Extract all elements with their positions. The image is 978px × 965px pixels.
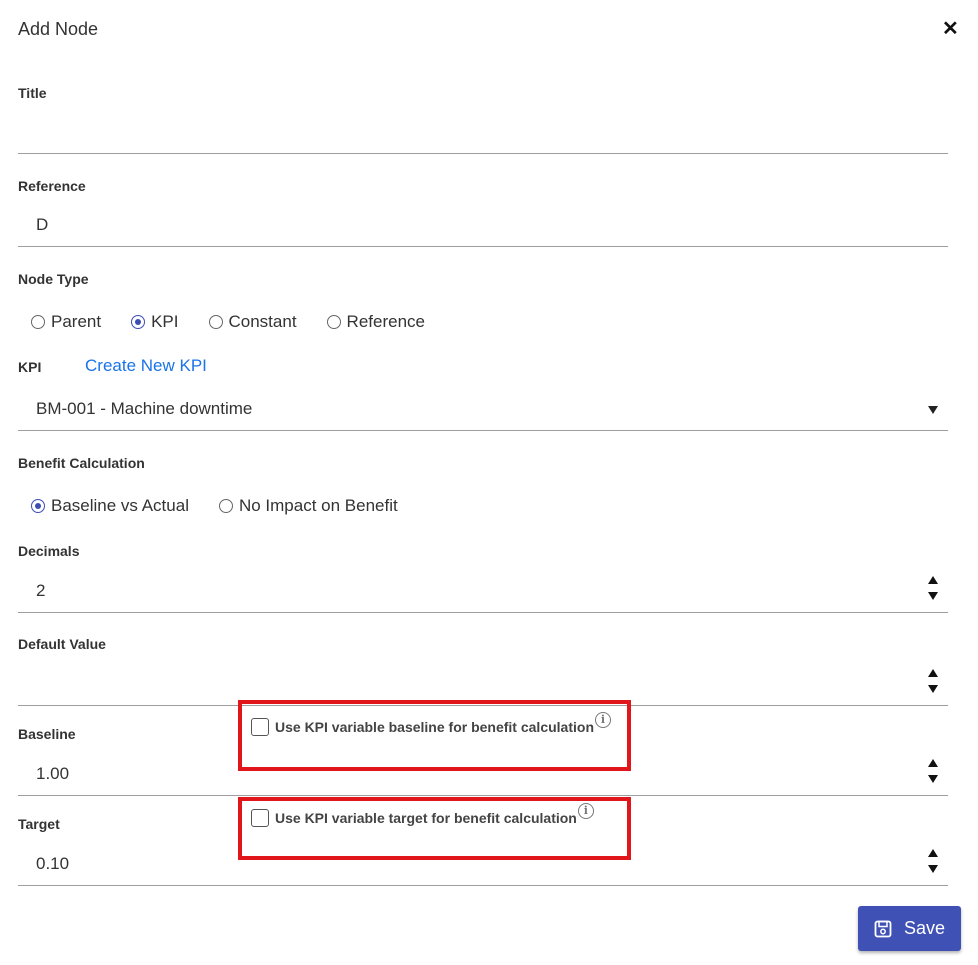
title-label: Title xyxy=(18,85,47,101)
node-type-label: Node Type xyxy=(18,271,89,287)
radio-circle xyxy=(208,315,223,329)
increment-arrow-icon[interactable] xyxy=(928,669,938,677)
info-icon[interactable]: i xyxy=(577,803,594,819)
decimals-input[interactable]: 2 xyxy=(18,572,948,613)
decimals-stepper[interactable] xyxy=(928,576,938,600)
default-value-label: Default Value xyxy=(18,636,106,652)
reference-input[interactable]: D xyxy=(18,206,948,247)
baseline-kpi-variable-checkbox[interactable] xyxy=(251,718,269,736)
no-impact-radio[interactable]: No Impact on Benefit xyxy=(218,496,398,516)
baseline-label: Baseline xyxy=(18,726,76,742)
kpi-selected-value: BM-001 - Machine downtime xyxy=(36,399,253,418)
radio-circle xyxy=(218,499,233,513)
radio-circle xyxy=(31,315,45,329)
dialog-title: Add Node xyxy=(18,19,99,39)
radio-circle-selected xyxy=(31,499,45,513)
radio-label: Parent xyxy=(51,312,102,331)
kpi-select[interactable]: BM-001 - Machine downtime xyxy=(18,390,948,431)
save-label: Save xyxy=(903,918,946,938)
node-type-constant-radio[interactable]: Constant xyxy=(208,312,297,332)
decimals-label: Decimals xyxy=(18,543,80,559)
increment-arrow-icon[interactable] xyxy=(928,576,938,584)
benefit-calculation-radio-group: Baseline vs Actual No Impact on Benefit xyxy=(31,496,428,516)
save-button[interactable]: Save xyxy=(858,906,961,951)
radio-label: Constant xyxy=(228,312,297,331)
highlight-box-target xyxy=(238,797,631,860)
decrement-arrow-icon[interactable] xyxy=(928,865,938,873)
radio-label: No Impact on Benefit xyxy=(238,496,398,515)
checkbox-label: Use KPI variable target for benefit calc… xyxy=(275,810,577,826)
decimals-value: 2 xyxy=(36,581,46,600)
baseline-value: 1.00 xyxy=(36,764,70,783)
decrement-arrow-icon[interactable] xyxy=(928,592,938,600)
increment-arrow-icon[interactable] xyxy=(928,849,938,857)
target-value: 0.10 xyxy=(36,854,70,873)
reference-label: Reference xyxy=(18,178,86,194)
target-kpi-variable-option: Use KPI variable target for benefit calc… xyxy=(251,803,594,827)
radio-label: Baseline vs Actual xyxy=(51,496,189,515)
radio-label: KPI xyxy=(151,312,179,331)
kpi-label: KPI xyxy=(18,359,42,375)
close-icon[interactable]: ✕ xyxy=(942,18,959,40)
baseline-vs-actual-radio[interactable]: Baseline vs Actual xyxy=(31,496,189,516)
decrement-arrow-icon[interactable] xyxy=(928,775,938,783)
increment-arrow-icon[interactable] xyxy=(928,759,938,767)
node-type-kpi-radio[interactable]: KPI xyxy=(131,312,179,332)
default-value-stepper[interactable] xyxy=(928,669,938,693)
target-kpi-variable-checkbox[interactable] xyxy=(251,809,269,827)
floppy-disk-icon xyxy=(874,920,892,937)
radio-circle-selected xyxy=(131,315,146,329)
decrement-arrow-icon[interactable] xyxy=(928,685,938,693)
create-new-kpi-link[interactable]: Create New KPI xyxy=(85,356,207,376)
node-type-radio-group: Parent KPI Constant Reference xyxy=(31,312,455,332)
title-input[interactable] xyxy=(18,113,948,154)
target-label: Target xyxy=(18,816,60,832)
info-icon[interactable]: i xyxy=(595,712,611,728)
baseline-stepper[interactable] xyxy=(928,759,938,783)
dropdown-arrow-icon[interactable] xyxy=(928,406,938,414)
checkbox-label: Use KPI variable baseline for benefit ca… xyxy=(275,719,594,735)
node-type-parent-radio[interactable]: Parent xyxy=(31,312,101,332)
reference-value: D xyxy=(36,215,49,234)
target-stepper[interactable] xyxy=(928,849,938,873)
radio-circle xyxy=(326,315,341,329)
baseline-kpi-variable-option: Use KPI variable baseline for benefit ca… xyxy=(251,712,611,736)
node-type-reference-radio[interactable]: Reference xyxy=(326,312,425,332)
benefit-calculation-label: Benefit Calculation xyxy=(18,455,145,471)
radio-label: Reference xyxy=(346,312,425,331)
